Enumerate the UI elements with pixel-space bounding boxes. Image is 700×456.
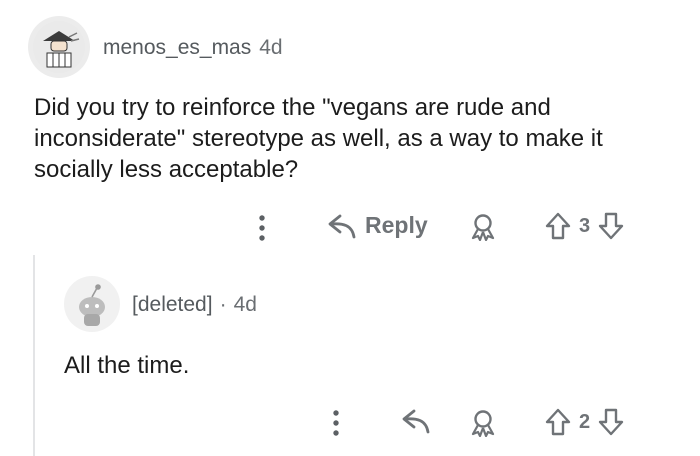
- downvote-arrow-icon[interactable]: [598, 212, 624, 240]
- award-button[interactable]: [470, 213, 496, 241]
- meta-separator: ·: [219, 293, 227, 316]
- vote-count: 2: [579, 410, 591, 433]
- vote-controls: 3: [545, 212, 624, 240]
- award-icon: [471, 410, 495, 437]
- upvote-arrow-icon[interactable]: [545, 408, 571, 436]
- comment-age: 4d: [233, 293, 257, 316]
- more-vertical-icon: [333, 410, 339, 436]
- comment-age: 4d: [259, 36, 283, 59]
- vote-count: 3: [579, 214, 591, 237]
- upvote-arrow-icon[interactable]: [545, 212, 571, 240]
- reply-arrow-icon: [402, 409, 430, 434]
- award-icon: [471, 214, 495, 241]
- award-button[interactable]: [470, 409, 496, 437]
- more-options-button[interactable]: [253, 213, 271, 243]
- reply-button[interactable]: Reply: [327, 212, 428, 239]
- reply-label: Reply: [365, 212, 428, 238]
- user-avatar-icon: [33, 21, 85, 73]
- more-options-button[interactable]: [327, 408, 345, 438]
- downvote-arrow-icon[interactable]: [598, 408, 624, 436]
- reply-button[interactable]: [401, 408, 431, 434]
- comment-author[interactable]: [deleted]: [132, 293, 213, 317]
- default-snoo-avatar-icon: [68, 280, 116, 328]
- avatar[interactable]: [64, 276, 120, 332]
- comment-author[interactable]: menos_es_mas: [103, 36, 251, 60]
- reply-arrow-icon: [328, 214, 356, 238]
- comment-body: All the time.: [64, 352, 190, 379]
- avatar[interactable]: [28, 16, 90, 78]
- thread-line[interactable]: [33, 255, 35, 456]
- comment-body: Did you try to reinforce the "vegans are…: [34, 94, 603, 183]
- more-vertical-icon: [259, 215, 265, 241]
- vote-controls: 2: [545, 408, 624, 436]
